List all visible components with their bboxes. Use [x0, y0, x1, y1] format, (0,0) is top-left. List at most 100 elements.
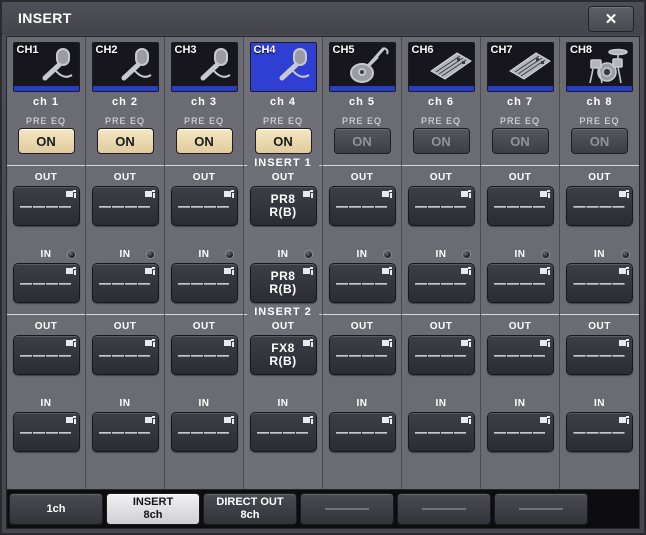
patch-out-button[interactable]: PR8 R(B) — [249, 186, 317, 226]
patch-out-button[interactable]: ———— — [407, 335, 475, 375]
patch-out-button[interactable]: ———— — [566, 335, 633, 375]
patch-out-button[interactable]: ———— — [328, 186, 396, 226]
pre-eq-on-button[interactable]: ON — [175, 128, 233, 154]
channel-select-button[interactable]: CH2 — [91, 42, 159, 92]
pre-eq-on-button[interactable]: ON — [254, 128, 312, 154]
patch-in-button[interactable]: ———— — [328, 263, 396, 303]
channel-strip-ch1: CH1 ch 1 PRE EQ ON OUT ———— IN ———— OUT ———— IN ———… — [7, 37, 86, 490]
tab-empty-5[interactable]: ———— — [494, 493, 588, 525]
group-divider — [86, 165, 164, 166]
patch-value-line1: ———— — [20, 424, 72, 439]
tab-direct-out[interactable]: DIRECT OUT 8ch — [203, 493, 297, 525]
patch-out-button[interactable]: ———— — [566, 186, 633, 226]
patch-in-button[interactable]: PR8 R(B) — [249, 263, 317, 303]
pre-eq-on-button[interactable]: ON — [571, 128, 628, 154]
patch-value-line1: ———— — [494, 198, 546, 213]
popup-window-icon — [302, 416, 313, 424]
patch-in-button[interactable]: ———— — [12, 263, 80, 303]
channel-select-button[interactable]: CH7 — [486, 42, 554, 92]
patch-out-button[interactable]: ———— — [328, 335, 396, 375]
patch-out-button[interactable]: ———— — [12, 335, 80, 375]
channel-select-button[interactable]: CH4 — [249, 42, 317, 92]
channel-select-button[interactable]: CH6 — [407, 42, 475, 92]
out-label: OUT — [588, 321, 611, 332]
popup-window-icon — [381, 267, 392, 275]
patch-in-button[interactable]: ———— — [486, 412, 554, 452]
in-label: IN — [514, 249, 526, 260]
patch-out-button[interactable]: FX8 R(B) — [249, 335, 317, 375]
channel-strip-ch2: CH2 ch 2 PRE EQ ON OUT ———— IN ———— OUT ———— IN ———… — [86, 37, 165, 490]
popup-window-icon — [460, 416, 471, 424]
in-row: IN — [7, 248, 85, 261]
channel-select-button[interactable]: CH5 — [328, 42, 396, 92]
tab-empty-4[interactable]: ———— — [397, 493, 491, 525]
patch-value-line1: ———— — [20, 275, 72, 290]
patch-out-button[interactable]: ———— — [170, 186, 238, 226]
tab-insert[interactable]: INSERT 8ch — [106, 493, 200, 525]
patch-out-button[interactable]: ———— — [486, 186, 554, 226]
out-label: OUT — [271, 172, 295, 183]
in-row: IN — [560, 248, 639, 261]
pre-eq-on-button[interactable]: ON — [412, 128, 470, 154]
channel-header: CH2 ch 2 PRE EQ ON — [86, 37, 164, 154]
patch-value-line1: ———— — [573, 347, 626, 362]
tab-empty-3[interactable]: ———— — [300, 493, 394, 525]
out-row: OUT — [165, 320, 243, 333]
channel-select-button[interactable]: CH8 — [566, 42, 633, 92]
pre-eq-on-button[interactable]: ON — [333, 128, 391, 154]
in-label: IN — [356, 249, 368, 260]
patch-in-button[interactable]: ———— — [566, 412, 633, 452]
pre-eq-on-button[interactable]: ON — [491, 128, 549, 154]
close-icon[interactable]: ✕ — [588, 6, 634, 32]
insert2-legend: INSERT 2 — [247, 306, 319, 318]
patch-in-button[interactable]: ———— — [407, 263, 475, 303]
channel-header: CH6 ch 6 PRE EQ ON — [402, 37, 480, 154]
tab-1ch[interactable]: 1ch — [9, 493, 103, 525]
channel-header: CH4 ch 4 PRE EQ ON — [244, 37, 322, 154]
patch-in-button[interactable]: ———— — [407, 412, 475, 452]
group-divider — [7, 165, 85, 166]
patch-out-button[interactable]: ———— — [91, 186, 159, 226]
patch-in-button[interactable]: ———— — [91, 263, 159, 303]
pre-eq-on-button[interactable]: ON — [17, 128, 75, 154]
in-label: IN — [277, 249, 289, 260]
insert1-legend: INSERT 1 — [247, 157, 319, 169]
channel-number: CH1 — [16, 44, 39, 56]
popup-window-icon — [144, 416, 155, 424]
patch-value-line1: ———— — [336, 275, 388, 290]
pre-eq-label: PRE EQ — [104, 116, 145, 126]
out-row: OUT — [86, 171, 164, 184]
patch-in-button[interactable]: ———— — [249, 412, 317, 452]
patch-in-button[interactable]: ———— — [12, 412, 80, 452]
pre-eq-on-button[interactable]: ON — [96, 128, 154, 154]
popup-window-icon — [381, 416, 392, 424]
patch-out-button[interactable]: ———— — [12, 186, 80, 226]
popup-window-icon — [144, 339, 155, 347]
popup-window-icon — [381, 339, 392, 347]
patch-out-button[interactable]: ———— — [486, 335, 554, 375]
patch-out-button[interactable]: ———— — [91, 335, 159, 375]
patch-in-button[interactable]: ———— — [566, 263, 633, 303]
patch-in-button[interactable]: ———— — [170, 263, 238, 303]
channel-select-button[interactable]: CH1 — [12, 42, 80, 92]
popup-window-icon — [460, 339, 471, 347]
patch-value-line1: ———— — [178, 198, 230, 213]
in-label: IN — [356, 398, 368, 409]
patch-out-button[interactable]: ———— — [170, 335, 238, 375]
channel-strip-ch4: CH4 ch 4 PRE EQ ON INSERT 1 OUT PR8 R(B) IN PR8 R(… — [244, 37, 323, 490]
patch-in-button[interactable]: ———— — [328, 412, 396, 452]
patch-in-button[interactable]: ———— — [486, 263, 554, 303]
out-label: OUT — [508, 321, 532, 332]
tab-label-line1: 1ch — [46, 502, 66, 515]
channel-name: ch 7 — [506, 96, 533, 108]
strip-list: CH1 ch 1 PRE EQ ON OUT ———— IN ———— OUT ———— IN ———… — [7, 37, 639, 490]
patch-out-button[interactable]: ———— — [407, 186, 475, 226]
insert-window: INSERT ✕ CH1 ch 1 PRE EQ ON OUT ———— IN ———— OUT… — [0, 0, 646, 535]
popup-window-icon — [302, 267, 313, 275]
channel-select-button[interactable]: CH3 — [170, 42, 238, 92]
in-row: IN — [7, 397, 85, 410]
patch-in-button[interactable]: ———— — [170, 412, 238, 452]
patch-in-button[interactable]: ———— — [91, 412, 159, 452]
popup-window-icon — [460, 190, 471, 198]
